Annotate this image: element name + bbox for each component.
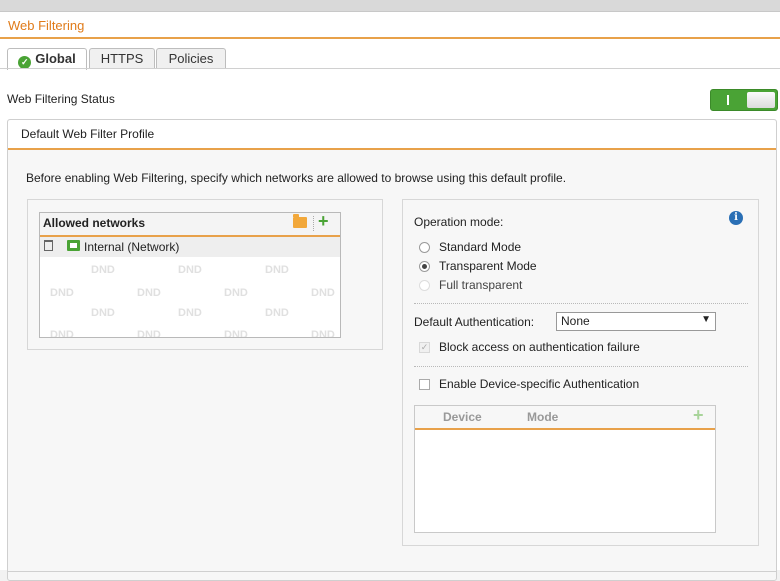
profile-header[interactable]: Default Web Filter Profile — [8, 120, 776, 150]
tabs-divider — [0, 68, 780, 69]
default-auth-select[interactable]: None ▼ — [556, 312, 716, 331]
radio-full — [419, 280, 430, 291]
dnd-watermark: DND — [178, 264, 202, 276]
tab-global[interactable]: ✓ Global — [7, 48, 87, 70]
tab-global-label: Global — [35, 51, 76, 66]
tab-https[interactable]: HTTPS — [89, 48, 155, 69]
radio-full-label: Full transparent — [439, 278, 523, 292]
radio-standard[interactable] — [419, 242, 430, 253]
tab-policies[interactable]: Policies — [156, 48, 226, 69]
default-auth-label: Default Authentication: — [414, 315, 535, 329]
profile-section: Default Web Filter Profile Before enabli… — [7, 119, 777, 581]
tab-https-label: HTTPS — [100, 51, 144, 66]
add-device-icon: + — [693, 405, 704, 425]
toggle-knob[interactable] — [747, 92, 775, 108]
device-auth-label: Enable Device-specific Authentication — [439, 377, 640, 391]
status-label: Web Filtering Status — [7, 92, 115, 106]
operation-mode-label: Operation mode: — [414, 215, 504, 229]
chevron-down-icon: ▼ — [701, 314, 711, 325]
info-icon[interactable]: i — [729, 211, 743, 225]
dnd-watermark: DND — [311, 287, 335, 299]
dnd-watermark: DND — [224, 287, 248, 299]
trash-icon[interactable] — [44, 240, 53, 251]
add-network-icon[interactable]: + — [318, 213, 329, 232]
allowed-networks-header: Allowed networks + — [40, 213, 340, 237]
device-auth-checkbox[interactable] — [419, 379, 430, 390]
dnd-watermark: DND — [265, 307, 289, 319]
dnd-watermark: DND — [91, 307, 115, 319]
title-divider — [0, 37, 780, 39]
device-table-header: Device Mode + — [415, 405, 715, 430]
dnd-watermark: DND — [265, 264, 289, 276]
tab-policies-label: Policies — [168, 51, 214, 66]
dnd-watermark: DND — [50, 329, 74, 338]
section-divider — [8, 571, 776, 572]
toggle-on-indicator — [727, 95, 729, 105]
network-icon — [67, 240, 80, 251]
profile-title: Default Web Filter Profile — [21, 127, 155, 141]
networks-panel: Allowed networks + Internal (Network) DN… — [27, 199, 383, 350]
device-table: Device Mode + — [414, 405, 716, 533]
dnd-watermark: DND — [137, 287, 161, 299]
radio-standard-label: Standard Mode — [439, 240, 522, 254]
block-access-label: Block access on authentication failure — [439, 340, 640, 354]
radio-transparent-label: Transparent Mode — [439, 259, 537, 273]
radio-transparent[interactable] — [419, 261, 430, 272]
dnd-watermark: DND — [224, 329, 248, 338]
column-device: Device — [443, 410, 482, 424]
settings-panel: Operation mode: i Standard Mode Transpar… — [402, 199, 759, 546]
allowed-networks-list[interactable]: Allowed networks + Internal (Network) DN… — [39, 212, 341, 338]
dnd-watermark: DND — [178, 307, 202, 319]
divider — [414, 303, 748, 304]
list-item-label: Internal (Network) — [84, 240, 180, 254]
folder-icon[interactable] — [293, 214, 307, 228]
dnd-watermark: DND — [91, 264, 115, 276]
list-item[interactable]: Internal (Network) — [40, 237, 340, 257]
dnd-watermark: DND — [50, 287, 74, 299]
web-filtering-page: Web Filtering ✓ Global HTTPS Policies Web… — [0, 12, 780, 581]
dnd-watermark: DND — [311, 329, 335, 338]
top-bar — [0, 0, 780, 12]
page-title: Web Filtering — [8, 18, 85, 33]
status-toggle[interactable] — [710, 89, 778, 111]
column-mode: Mode — [527, 410, 559, 424]
divider — [414, 366, 748, 367]
default-auth-value: None — [561, 314, 590, 328]
dnd-watermark: DND — [137, 329, 161, 338]
allowed-networks-title: Allowed networks — [43, 216, 146, 230]
block-access-checkbox: ✓ — [419, 342, 430, 353]
header-separator — [313, 216, 315, 231]
profile-description: Before enabling Web Filtering, specify w… — [26, 171, 567, 185]
